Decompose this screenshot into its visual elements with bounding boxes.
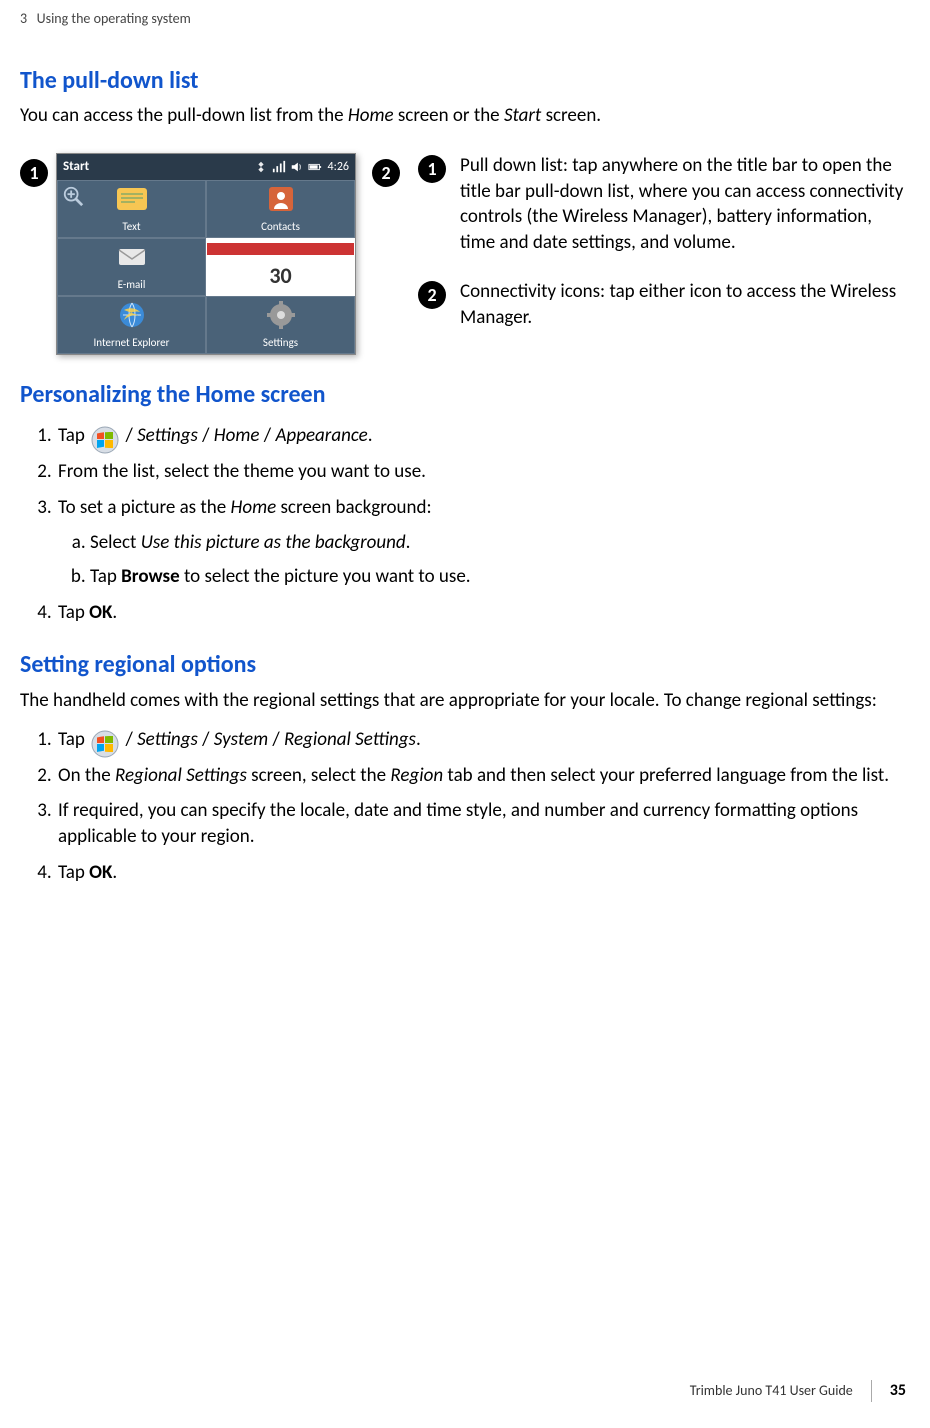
legend-text-2: Connectivity icons: tap either icon to a…	[460, 279, 910, 330]
tile-contacts: Contacts	[206, 180, 355, 238]
heading-regional: Setting regional options	[20, 649, 910, 681]
legend-badge-2: 2	[418, 281, 446, 309]
callout-badge-1: 1	[20, 159, 48, 187]
callout-badge-2: 2	[372, 159, 400, 187]
heading-pulldown: The pull-down list	[20, 65, 910, 97]
titlebar: Start 4:26	[57, 154, 355, 180]
legend-text-1: Pull down list: tap anywhere on the titl…	[460, 153, 910, 256]
magnifier-icon	[62, 185, 84, 207]
battery-icon	[308, 160, 322, 174]
list-item: Tap Browse to select the picture you wan…	[90, 564, 910, 590]
volume-icon	[290, 160, 304, 174]
titlebar-start: Start	[63, 158, 89, 176]
screenshot-figure: 1 2 Start 4:26	[20, 153, 400, 355]
list-item: Tap / Settings / System / Regional Setti…	[56, 727, 910, 753]
pulldown-intro: You can access the pull-down list from t…	[20, 103, 910, 129]
list-item: On the Regional Settings screen, select …	[56, 763, 910, 789]
tile-ie: Internet Explorer	[57, 296, 206, 354]
list-item: If required, you can specify the locale,…	[56, 798, 910, 849]
device-screenshot: Start 4:26 Text	[56, 153, 356, 355]
tile-settings: Settings	[206, 296, 355, 354]
list-item: Tap OK.	[56, 600, 910, 626]
footer-guide: Trimble Juno T41 User Guide	[690, 1382, 853, 1401]
windows-logo-icon	[91, 426, 119, 454]
heading-personalizing: Personalizing the Home screen	[20, 379, 910, 411]
footer-separator	[871, 1380, 872, 1402]
tile-calendar: 30	[206, 238, 355, 296]
regional-intro: The handheld comes with the regional set…	[20, 688, 910, 714]
tile-text: Text	[57, 180, 206, 238]
list-item: Tap / Settings / Home / Appearance.	[56, 423, 910, 449]
list-item: From the list, select the theme you want…	[56, 459, 910, 485]
list-item: Select Use this picture as the backgroun…	[90, 530, 910, 556]
list-item: Tap OK.	[56, 860, 910, 886]
connectivity-icon	[254, 160, 268, 174]
running-header: 3 Using the operating system	[20, 10, 910, 29]
status-icons	[254, 160, 322, 174]
windows-logo-icon	[91, 730, 119, 758]
signal-icon	[272, 160, 286, 174]
regional-list: Tap / Settings / System / Regional Setti…	[20, 727, 910, 885]
list-item: To set a picture as the Home screen back…	[56, 495, 910, 590]
legend-badge-1: 1	[418, 155, 446, 183]
titlebar-clock: 4:26	[328, 159, 349, 175]
personalizing-list: Tap / Settings / Home / Appearance. From…	[20, 423, 910, 625]
tile-email: E-mail	[57, 238, 206, 296]
page-footer: Trimble Juno T41 User Guide 35	[690, 1380, 906, 1402]
footer-page-number: 35	[890, 1380, 906, 1402]
